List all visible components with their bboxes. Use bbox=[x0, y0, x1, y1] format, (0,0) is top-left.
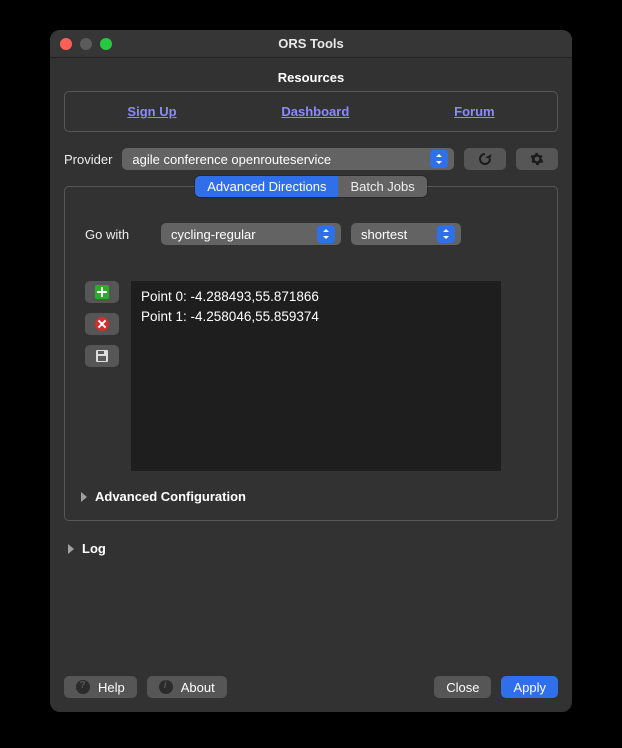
provider-select[interactable]: agile conference openrouteservice bbox=[122, 148, 454, 170]
tab-advanced-directions[interactable]: Advanced Directions bbox=[195, 176, 338, 197]
help-icon bbox=[76, 680, 90, 694]
log-label: Log bbox=[82, 541, 106, 556]
save-icon bbox=[96, 350, 108, 362]
zoom-window-button[interactable] bbox=[100, 38, 112, 50]
dialog-window: ORS Tools Resources Sign Up Dashboard Fo… bbox=[50, 30, 572, 712]
profile-select[interactable]: cycling-regular bbox=[161, 223, 341, 245]
signup-link[interactable]: Sign Up bbox=[127, 104, 176, 119]
profile-select-value: cycling-regular bbox=[171, 227, 311, 242]
about-button[interactable]: About bbox=[147, 676, 227, 698]
advanced-configuration-label: Advanced Configuration bbox=[95, 489, 246, 504]
plus-icon bbox=[95, 285, 109, 299]
go-with-label: Go with bbox=[85, 227, 151, 242]
window-title: ORS Tools bbox=[50, 36, 572, 51]
resources-box: Sign Up Dashboard Forum bbox=[64, 91, 558, 132]
resources-heading: Resources bbox=[64, 70, 558, 85]
chevron-right-icon bbox=[81, 492, 87, 502]
dropdown-arrows-icon bbox=[430, 150, 448, 168]
dropdown-arrows-icon bbox=[317, 225, 335, 243]
provider-select-value: agile conference openrouteservice bbox=[132, 152, 424, 167]
dropdown-arrows-icon bbox=[437, 225, 455, 243]
point-buttons bbox=[85, 281, 119, 471]
provider-label: Provider bbox=[64, 152, 112, 167]
remove-point-button[interactable] bbox=[85, 313, 119, 335]
save-points-button[interactable] bbox=[85, 345, 119, 367]
preference-select[interactable]: shortest bbox=[351, 223, 461, 245]
advanced-configuration-toggle[interactable]: Advanced Configuration bbox=[77, 489, 545, 504]
refresh-icon bbox=[477, 152, 493, 166]
tabs: Advanced Directions Batch Jobs bbox=[195, 176, 427, 197]
log-toggle[interactable]: Log bbox=[64, 541, 558, 556]
titlebar: ORS Tools bbox=[50, 30, 572, 58]
footer: Help About Close Apply bbox=[64, 658, 558, 698]
gear-icon bbox=[530, 152, 544, 166]
tab-batch-jobs[interactable]: Batch Jobs bbox=[338, 176, 426, 197]
refresh-button[interactable] bbox=[464, 148, 506, 170]
apply-button[interactable]: Apply bbox=[501, 676, 558, 698]
info-icon bbox=[159, 680, 173, 694]
preference-select-value: shortest bbox=[361, 227, 431, 242]
close-button[interactable]: Close bbox=[434, 676, 491, 698]
minimize-window-button[interactable] bbox=[80, 38, 92, 50]
chevron-right-icon bbox=[68, 544, 74, 554]
close-icon bbox=[95, 317, 109, 331]
close-window-button[interactable] bbox=[60, 38, 72, 50]
main-panel: Advanced Directions Batch Jobs Go with c… bbox=[64, 186, 558, 521]
window-controls bbox=[60, 38, 112, 50]
point-item[interactable]: Point 0: -4.288493,55.871866 bbox=[141, 287, 491, 307]
points-list[interactable]: Point 0: -4.288493,55.871866 Point 1: -4… bbox=[131, 281, 501, 471]
forum-link[interactable]: Forum bbox=[454, 104, 494, 119]
add-point-button[interactable] bbox=[85, 281, 119, 303]
dashboard-link[interactable]: Dashboard bbox=[281, 104, 349, 119]
point-item[interactable]: Point 1: -4.258046,55.859374 bbox=[141, 307, 491, 327]
help-button[interactable]: Help bbox=[64, 676, 137, 698]
content: Resources Sign Up Dashboard Forum Provid… bbox=[50, 58, 572, 712]
settings-button[interactable] bbox=[516, 148, 558, 170]
